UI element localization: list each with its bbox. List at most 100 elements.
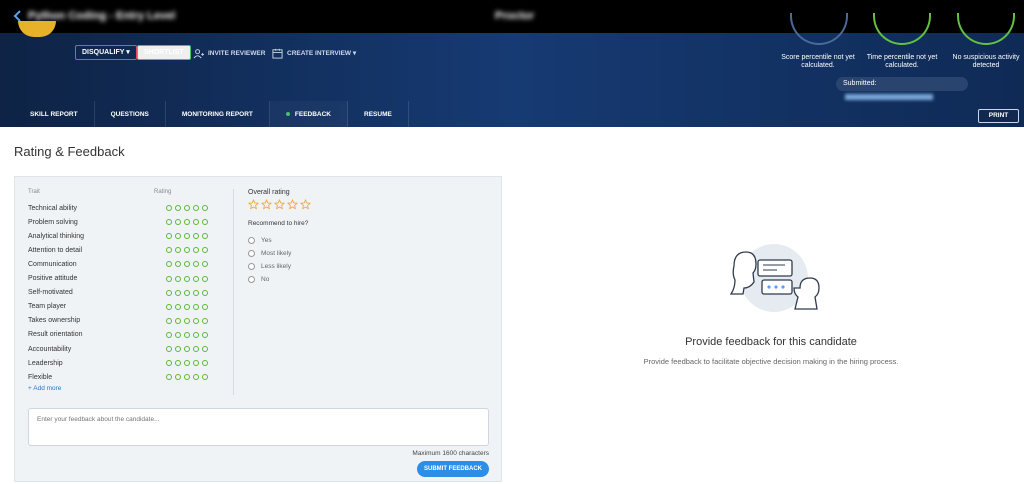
- rating-dot[interactable]: [202, 275, 208, 282]
- shortlist-button[interactable]: SHORTLIST: [137, 45, 191, 60]
- print-button[interactable]: PRINT: [978, 109, 1019, 123]
- rating-dot[interactable]: [202, 205, 208, 211]
- invite-reviewer-button[interactable]: INVITE REVIEWER: [193, 46, 265, 60]
- tab-monitoring-report[interactable]: MONITORING REPORT: [166, 101, 270, 127]
- rating-dot[interactable]: [184, 346, 190, 352]
- rating-dot[interactable]: [175, 346, 181, 352]
- recommend-option[interactable]: Yes: [248, 235, 272, 245]
- rating-dot[interactable]: [166, 374, 172, 381]
- feedback-input[interactable]: [28, 408, 489, 446]
- rating-dot[interactable]: [193, 360, 199, 367]
- rating-dot[interactable]: [202, 374, 208, 381]
- rating-dot[interactable]: [175, 275, 181, 282]
- star-icon[interactable]: [274, 199, 285, 210]
- radio-button[interactable]: [248, 249, 255, 257]
- rating-dot[interactable]: [184, 261, 190, 268]
- trait-name: Flexible: [28, 373, 53, 381]
- rating-dot[interactable]: [202, 303, 208, 310]
- rating-dot[interactable]: [166, 261, 172, 268]
- rating-dot[interactable]: [184, 317, 190, 324]
- rating-dot[interactable]: [193, 346, 199, 352]
- rating-dot[interactable]: [202, 261, 208, 268]
- rating-dot[interactable]: [193, 205, 199, 211]
- tab-skill-report[interactable]: SKILL REPORT: [14, 101, 95, 127]
- rating-dot[interactable]: [175, 317, 181, 324]
- submit-feedback-button[interactable]: SUBMIT FEEDBACK: [417, 461, 489, 477]
- tab-questions[interactable]: QUESTIONS: [95, 101, 166, 127]
- rating-dot[interactable]: [175, 247, 181, 254]
- rating-dot[interactable]: [175, 331, 181, 338]
- rating-dot[interactable]: [166, 247, 172, 254]
- rating-dot[interactable]: [175, 303, 181, 310]
- rating-dot[interactable]: [166, 205, 172, 211]
- rating-dot[interactable]: [184, 275, 190, 282]
- rating-dot[interactable]: [175, 219, 181, 226]
- overall-rating-label: Overall rating: [248, 189, 290, 196]
- rating-dot[interactable]: [184, 360, 190, 367]
- rating-dot[interactable]: [166, 289, 172, 296]
- rating-dot[interactable]: [184, 219, 190, 226]
- rating-dot[interactable]: [193, 289, 199, 296]
- rating-dot[interactable]: [184, 303, 190, 310]
- trait-row: Analytical thinking: [28, 229, 228, 243]
- rating-dot[interactable]: [184, 247, 190, 254]
- star-icon[interactable]: [287, 199, 298, 210]
- suspicious-activity-label: No suspicious activity detected: [952, 54, 1020, 69]
- disqualify-button[interactable]: DISQUALIFY ▾: [75, 45, 137, 60]
- rating-dot[interactable]: [202, 360, 208, 367]
- rating-dot[interactable]: [184, 331, 190, 338]
- rating-dot[interactable]: [193, 317, 199, 324]
- rating-dot[interactable]: [193, 233, 199, 240]
- rating-dot[interactable]: [202, 289, 208, 296]
- rating-dot[interactable]: [202, 219, 208, 226]
- trait-name: Analytical thinking: [28, 232, 85, 240]
- rating-dot[interactable]: [202, 233, 208, 240]
- rating-dot[interactable]: [202, 331, 208, 338]
- rating-dot[interactable]: [166, 346, 172, 352]
- rating-dot[interactable]: [193, 331, 199, 338]
- rating-dot[interactable]: [166, 303, 172, 310]
- tab-label: RESUME: [364, 110, 392, 118]
- rating-dot[interactable]: [202, 317, 208, 324]
- trait-row: Positive attitude: [28, 272, 228, 286]
- rating-dot[interactable]: [202, 346, 208, 352]
- rating-dot[interactable]: [184, 289, 190, 296]
- radio-button[interactable]: [248, 236, 255, 244]
- radio-button[interactable]: [248, 275, 255, 283]
- rating-dot[interactable]: [193, 219, 199, 226]
- rating-dot[interactable]: [166, 275, 172, 282]
- rating-dot[interactable]: [166, 360, 172, 367]
- rating-dot[interactable]: [184, 205, 190, 211]
- rating-dot[interactable]: [184, 233, 190, 240]
- suspicious-activity-gauge: [957, 13, 1015, 45]
- tab-feedback[interactable]: FEEDBACK: [270, 101, 349, 127]
- recommend-option[interactable]: Most likely: [248, 248, 291, 258]
- rating-dot[interactable]: [175, 205, 181, 211]
- rating-dot[interactable]: [184, 374, 190, 381]
- recommend-option[interactable]: No: [248, 274, 269, 284]
- radio-button[interactable]: [248, 262, 255, 270]
- rating-dot[interactable]: [175, 261, 181, 268]
- rating-dot[interactable]: [193, 275, 199, 282]
- add-more-link[interactable]: + Add more: [28, 385, 61, 392]
- submitted-label: Submitted:: [843, 80, 877, 87]
- star-icon[interactable]: [300, 199, 311, 210]
- create-interview-button[interactable]: CREATE INTERVIEW ▾: [272, 46, 356, 60]
- rating-dot[interactable]: [193, 303, 199, 310]
- rating-dot[interactable]: [202, 247, 208, 254]
- recommend-option[interactable]: Less likely: [248, 261, 291, 271]
- rating-dot[interactable]: [166, 233, 172, 240]
- rating-dot[interactable]: [166, 331, 172, 338]
- star-icon[interactable]: [261, 199, 272, 210]
- rating-dot[interactable]: [166, 219, 172, 226]
- star-icon[interactable]: [248, 199, 259, 210]
- rating-dot[interactable]: [175, 360, 181, 367]
- rating-dot[interactable]: [175, 289, 181, 296]
- rating-dot[interactable]: [175, 233, 181, 240]
- rating-dot[interactable]: [193, 374, 199, 381]
- rating-dot[interactable]: [193, 247, 199, 254]
- rating-dot[interactable]: [193, 261, 199, 268]
- rating-dot[interactable]: [175, 374, 181, 381]
- rating-dot[interactable]: [166, 317, 172, 324]
- tab-resume[interactable]: RESUME: [348, 101, 409, 127]
